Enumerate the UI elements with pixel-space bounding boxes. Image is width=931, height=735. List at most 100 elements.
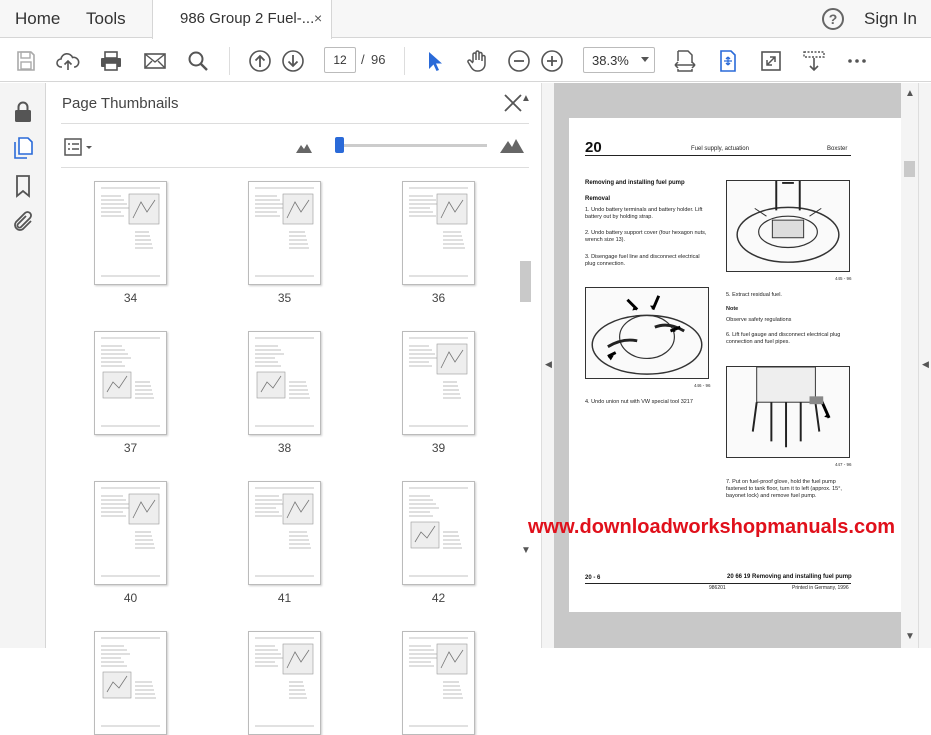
- thumbnail-scrollbar[interactable]: ▲ ▼: [518, 93, 533, 563]
- small-thumbnail-icon[interactable]: [296, 140, 312, 153]
- page-thumbnail[interactable]: [402, 631, 475, 735]
- zoom-value: 38.3%: [592, 53, 629, 68]
- bookmark-icon[interactable]: [11, 174, 35, 198]
- attachment-icon[interactable]: [11, 210, 35, 234]
- page-thumbnail[interactable]: [248, 331, 321, 435]
- step-1: 1. Undo battery terminals and battery ho…: [585, 207, 703, 220]
- chevron-left-icon[interactable]: ◀: [545, 359, 552, 370]
- scroll-down-icon[interactable]: ▼: [905, 631, 915, 642]
- tools-menu[interactable]: Tools: [86, 9, 126, 29]
- page-header-title: Fuel supply, actuation: [691, 146, 749, 152]
- thumbnails-panel: Page Thumbnails 34 35 36 37 38 39 40 41 42: [47, 83, 541, 735]
- document-scrollbar[interactable]: ▲ ▼: [901, 83, 918, 648]
- watermark-text: www.downloadworkshopmanuals.com: [528, 516, 896, 538]
- footer-code: 986201: [709, 585, 726, 591]
- page-thumbnail[interactable]: [94, 631, 167, 735]
- slider-handle[interactable]: [335, 137, 345, 153]
- document-tab-title: 986 Group 2 Fuel-...: [180, 10, 315, 27]
- page-header-model: Boxster: [827, 146, 848, 152]
- page-thumbnail[interactable]: [248, 631, 321, 735]
- scroll-up-icon[interactable]: ▲: [905, 88, 915, 99]
- thumbnail-page-number: 41: [277, 591, 292, 605]
- close-tab-icon[interactable]: ×: [314, 10, 322, 26]
- step-6: 6. Lift fuel gauge and disconnect electr…: [726, 332, 841, 345]
- chapter-number: 20: [585, 139, 602, 156]
- page-thumbnail[interactable]: [402, 481, 475, 585]
- thumbnail-page-number: 40: [123, 591, 138, 605]
- panel-divider: [61, 123, 529, 124]
- menu-bar: Home Tools 986 Group 2 Fuel-... × ? Sign…: [0, 0, 931, 39]
- page-thumbnail[interactable]: [402, 181, 475, 285]
- scroll-mode-icon[interactable]: [802, 49, 826, 73]
- page-separator: /: [361, 52, 365, 67]
- step-4: 4. Undo union nut with VW special tool 3…: [585, 399, 693, 405]
- page-up-icon[interactable]: [248, 49, 272, 73]
- collapse-right-panel[interactable]: ◀: [918, 83, 931, 648]
- select-arrow-icon[interactable]: [422, 49, 446, 73]
- page-thumbnail[interactable]: [402, 331, 475, 435]
- scroll-down-icon[interactable]: ▼: [521, 545, 531, 556]
- scroll-up-icon[interactable]: ▲: [521, 93, 531, 104]
- toolbar: 12 / 96 38.3%: [0, 39, 931, 82]
- pages-icon[interactable]: [11, 136, 35, 160]
- chevron-left-icon[interactable]: ◀: [922, 359, 929, 370]
- footer-page-number: 20 - 6: [585, 575, 601, 581]
- step-2: 2. Undo battery support cover (four hexa…: [585, 230, 707, 243]
- page-number-input[interactable]: 12: [324, 47, 356, 73]
- scroll-thumb[interactable]: [520, 261, 531, 302]
- fullscreen-icon[interactable]: [759, 49, 783, 73]
- step-3: 3. Disengage fuel line and disconnect el…: [585, 254, 700, 267]
- zoom-in-icon[interactable]: [540, 49, 564, 73]
- collapse-left-panel[interactable]: ◀: [541, 83, 554, 648]
- zoom-select[interactable]: 38.3%: [583, 47, 655, 73]
- thumbnail-page-number: 37: [123, 441, 138, 455]
- print-icon[interactable]: [99, 49, 123, 73]
- section-title: Removing and installing fuel pump: [585, 180, 685, 186]
- figure-fuel-line: [585, 287, 709, 379]
- page-thumbnail[interactable]: [94, 181, 167, 285]
- save-icon[interactable]: [14, 49, 38, 73]
- document-tab[interactable]: 986 Group 2 Fuel-... ×: [152, 0, 332, 39]
- more-icon[interactable]: [845, 49, 869, 73]
- mail-icon[interactable]: [143, 49, 167, 73]
- rotate-view-icon[interactable]: [716, 49, 740, 73]
- header-rule: [585, 155, 851, 156]
- figure-caption: 447 - 96: [835, 462, 852, 467]
- page-thumbnail[interactable]: [94, 331, 167, 435]
- lock-icon[interactable]: [11, 100, 35, 124]
- note-heading: Note: [726, 306, 739, 312]
- figure-caption: 446 - 96: [694, 383, 711, 388]
- figure-fuel-pump-removal: [726, 366, 850, 458]
- thumbnail-page-number: 36: [431, 291, 446, 305]
- figure-fuel-pump-top: [726, 180, 850, 272]
- scroll-thumb[interactable]: [904, 161, 915, 177]
- panel-title: Page Thumbnails: [62, 95, 179, 112]
- thumbnail-page-number: 39: [431, 441, 446, 455]
- toolbar-separator: [404, 47, 405, 75]
- page-thumbnail[interactable]: [94, 481, 167, 585]
- fit-page-icon[interactable]: [673, 49, 697, 73]
- footer-rule: [585, 583, 851, 584]
- thumbnail-size-slider[interactable]: [336, 144, 487, 147]
- zoom-out-icon[interactable]: [507, 49, 531, 73]
- thumbnail-page-number: 34: [123, 291, 138, 305]
- page-thumbnail[interactable]: [248, 481, 321, 585]
- sub-heading: Removal: [585, 196, 611, 202]
- sign-in-button[interactable]: Sign In: [864, 9, 917, 29]
- page-thumbnail[interactable]: [248, 181, 321, 285]
- chevron-down-icon: [641, 57, 649, 62]
- thumbnail-page-number: 42: [431, 591, 446, 605]
- note-text: Observe safety regulations: [726, 317, 792, 323]
- footer-print-info: Printed in Germany, 1996: [792, 585, 849, 591]
- toolbar-separator: [229, 47, 230, 75]
- figure-caption: 445 - 96: [835, 276, 852, 281]
- home-menu[interactable]: Home: [15, 9, 60, 29]
- cloud-upload-icon[interactable]: [56, 49, 80, 73]
- hand-icon[interactable]: [465, 49, 489, 73]
- page-down-icon[interactable]: [281, 49, 305, 73]
- help-icon[interactable]: ?: [822, 8, 844, 30]
- search-icon[interactable]: [186, 49, 210, 73]
- thumbnail-page-number: 38: [277, 441, 292, 455]
- step-7: 7. Put on fuel-proof glove, hold the fue…: [726, 479, 842, 499]
- options-menu-icon[interactable]: [64, 138, 96, 156]
